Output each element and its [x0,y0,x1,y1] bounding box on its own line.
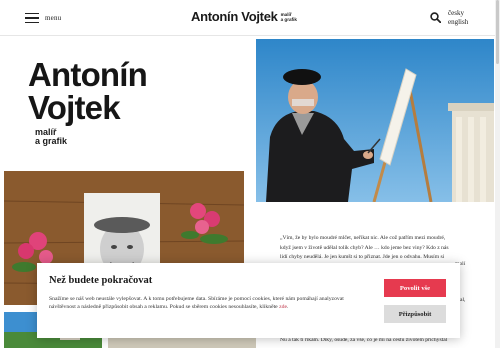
site-logo[interactable]: Antonín Vojtek malíř a grafik [191,9,297,24]
hamburger-icon [25,13,39,23]
lang-english[interactable]: english [448,18,468,27]
logo-name: Antonín Vojtek [191,9,278,24]
painter-photo [256,39,494,202]
hero-title-line2: Vojtek [28,89,121,126]
hero-title-line1: Antonín [28,56,148,93]
logo-subtitle: malíř a grafik [281,12,297,22]
scrollbar-thumb[interactable] [496,0,499,64]
language-switcher: česky english [448,9,468,27]
menu-label: menu [45,14,62,22]
article-line: „Vím, že by bylo moudré mlčet, neříkat n… [280,235,446,241]
hero-subtitle: malíř a grafik [35,128,67,146]
cookie-opt-out-link[interactable]: zde [279,304,287,310]
cookie-title: Než budete pokračovat [49,275,153,286]
article-line: lidí chyby neudělá. Je jen kumšt si to p… [280,254,445,261]
logo-sub-line2: a grafik [280,16,297,22]
site-header: menu Antonín Vojtek malíř a grafik česky… [0,0,500,36]
article-line: když jsem v životě udělal tolik chyb? Al… [280,244,449,251]
lang-czech[interactable]: česky [448,9,468,18]
article-fragment: al, [460,297,466,303]
hero-sub-line2: a grafik [35,136,68,146]
hero-title: Antonín Vojtek [28,56,148,126]
search-icon[interactable] [430,12,441,23]
menu-button[interactable]: menu [25,11,61,25]
cookie-dialog: Než budete pokračovat Snažíme se náš web… [37,263,460,338]
allow-all-button[interactable]: Povolit vše [384,279,446,297]
cookie-text: Snažíme se náš web neustále vylepšovat. … [49,295,364,312]
customize-button[interactable]: Přizpůsobit [384,305,446,323]
cookie-period: . [287,304,289,311]
cookie-body: Snažíme se náš web neustále vylepšovat. … [49,296,344,311]
article-text: „Vím, že by bylo moudré mlčet, neříkat n… [280,234,473,263]
